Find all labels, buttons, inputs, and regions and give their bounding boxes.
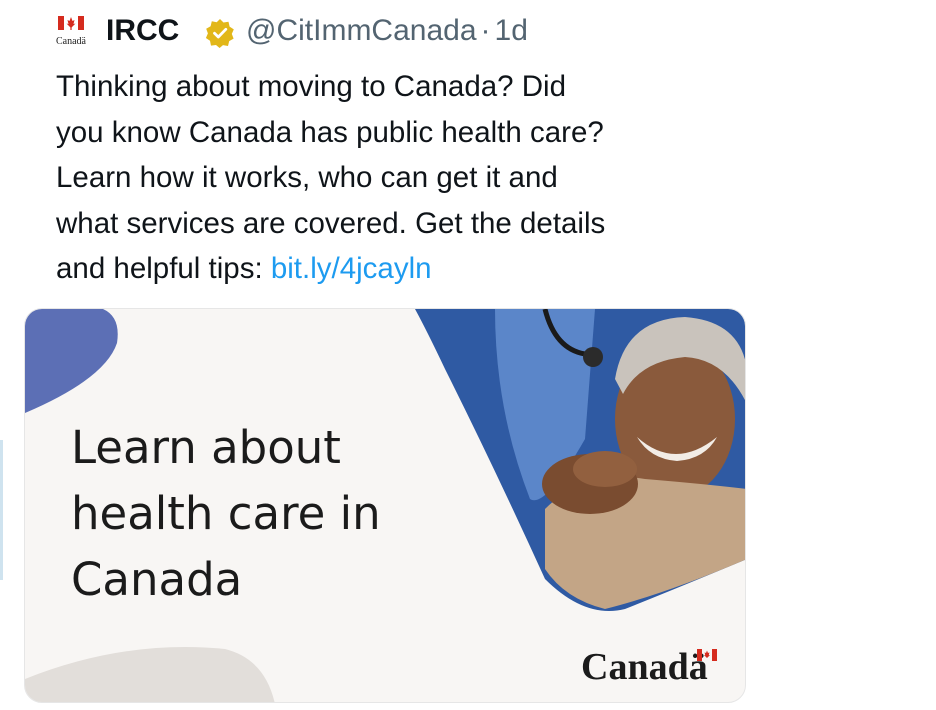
tweet[interactable]: Canadä IRCC @CitImmCanada · 1d Thinking ab… xyxy=(0,0,936,710)
account-handle[interactable]: @CitImmCanada xyxy=(246,14,477,47)
tweet-time[interactable]: 1d xyxy=(495,14,528,47)
card-accent-shape xyxy=(25,309,118,413)
canada-wordmark: Canadä xyxy=(581,646,708,688)
card-bottom-shape xyxy=(25,647,275,702)
separator-dot: · xyxy=(480,14,491,47)
account-handle-and-time: @CitImmCanada · 1d xyxy=(246,14,528,48)
card-headline-line: Learn about xyxy=(71,421,341,474)
tweet-text-prefix: and helpful tips: xyxy=(56,252,271,286)
page-edge-divider xyxy=(0,440,3,580)
wordmark-flag-icon xyxy=(697,649,717,661)
card-headline-line: Canada xyxy=(71,553,243,606)
avatar[interactable]: Canadä xyxy=(54,14,94,50)
tweet-text-line: Learn how it works, who can get it and xyxy=(56,161,558,195)
account-name[interactable]: IRCC xyxy=(106,14,179,48)
tweet-link[interactable]: bit.ly/4jcayln xyxy=(271,252,432,285)
tweet-text: Thinking about moving to Canada? Did you… xyxy=(56,64,756,292)
card-headline: Learn about health care in Canada xyxy=(71,415,381,613)
verified-badge-icon xyxy=(205,19,234,48)
card-headline-line: health care in xyxy=(71,487,381,540)
tweet-text-line: what services are covered. Get the detai… xyxy=(56,206,606,240)
media-card[interactable]: Learn about health care in Canada Canadä xyxy=(24,308,746,703)
tweet-text-line: Thinking about moving to Canada? Did xyxy=(56,70,567,103)
tweet-text-line: and helpful tips: bit.ly/4jcayln xyxy=(56,246,756,292)
avatar-label: Canadä xyxy=(56,36,86,47)
tweet-text-line: you know Canada has public health care? xyxy=(56,115,604,149)
